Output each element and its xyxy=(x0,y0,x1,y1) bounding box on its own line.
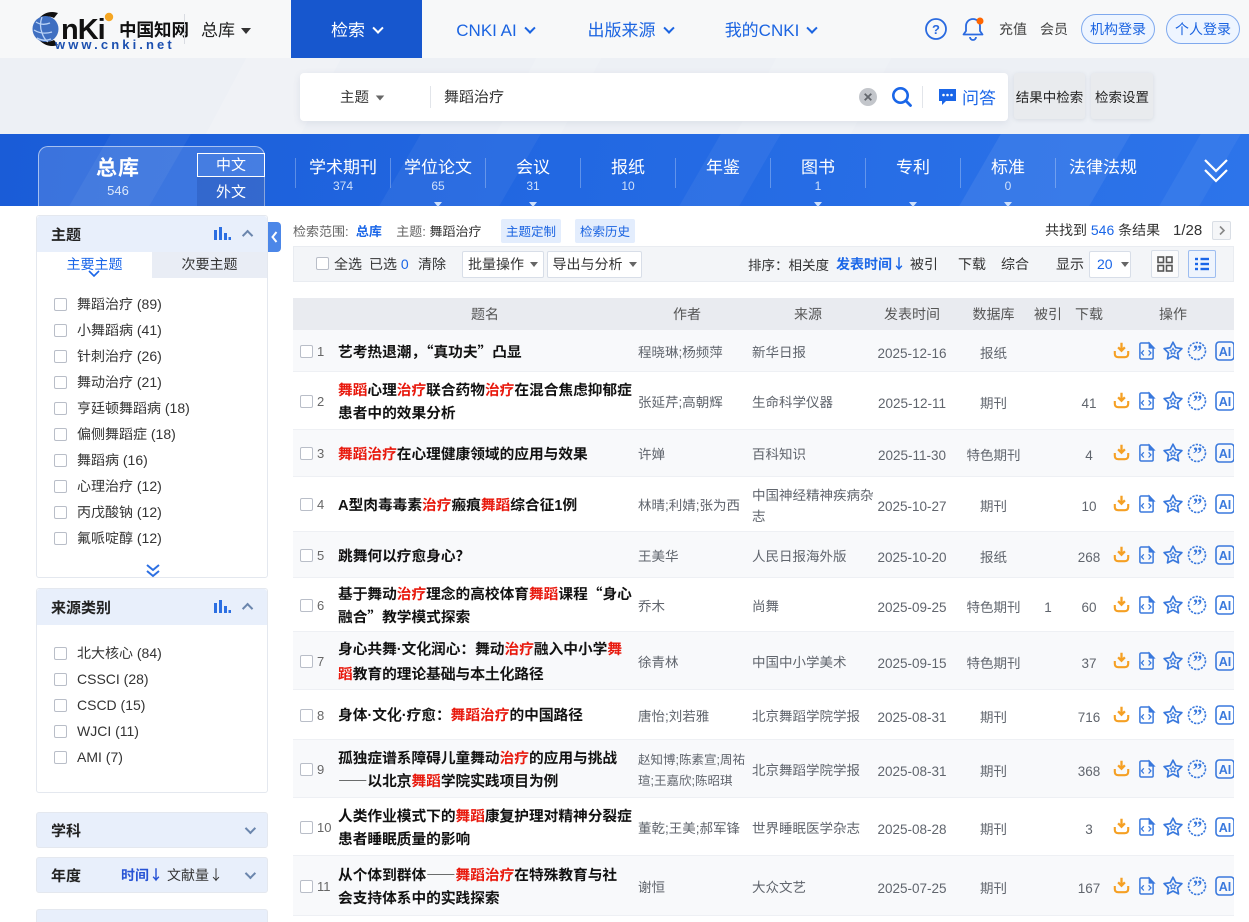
svg-text:”: ” xyxy=(1193,652,1203,671)
svg-text:AI: AI xyxy=(1219,599,1232,613)
svg-text:AI: AI xyxy=(1219,447,1232,461)
svg-text:”: ” xyxy=(1193,760,1203,779)
svg-text:”: ” xyxy=(1193,596,1203,615)
svg-text:AI: AI xyxy=(1219,345,1232,359)
svg-text:AI: AI xyxy=(1219,709,1232,723)
svg-text:”: ” xyxy=(1193,444,1203,463)
svg-text:AI: AI xyxy=(1219,549,1232,563)
svg-text:”: ” xyxy=(1193,495,1203,514)
svg-text:AI: AI xyxy=(1219,763,1232,777)
svg-text:AI: AI xyxy=(1219,395,1232,409)
svg-text:”: ” xyxy=(1193,392,1203,411)
svg-text:”: ” xyxy=(1193,706,1203,725)
svg-text:AI: AI xyxy=(1219,655,1232,669)
svg-text:”: ” xyxy=(1193,342,1203,361)
svg-text:AI: AI xyxy=(1219,880,1232,894)
svg-text:”: ” xyxy=(1193,546,1203,565)
svg-text:AI: AI xyxy=(1219,498,1232,512)
svg-text:?: ? xyxy=(932,22,940,37)
svg-text:”: ” xyxy=(1193,877,1203,896)
svg-text:www.cnki.net: www.cnki.net xyxy=(54,37,175,52)
svg-text:AI: AI xyxy=(1219,821,1232,835)
svg-text:”: ” xyxy=(1193,818,1203,837)
